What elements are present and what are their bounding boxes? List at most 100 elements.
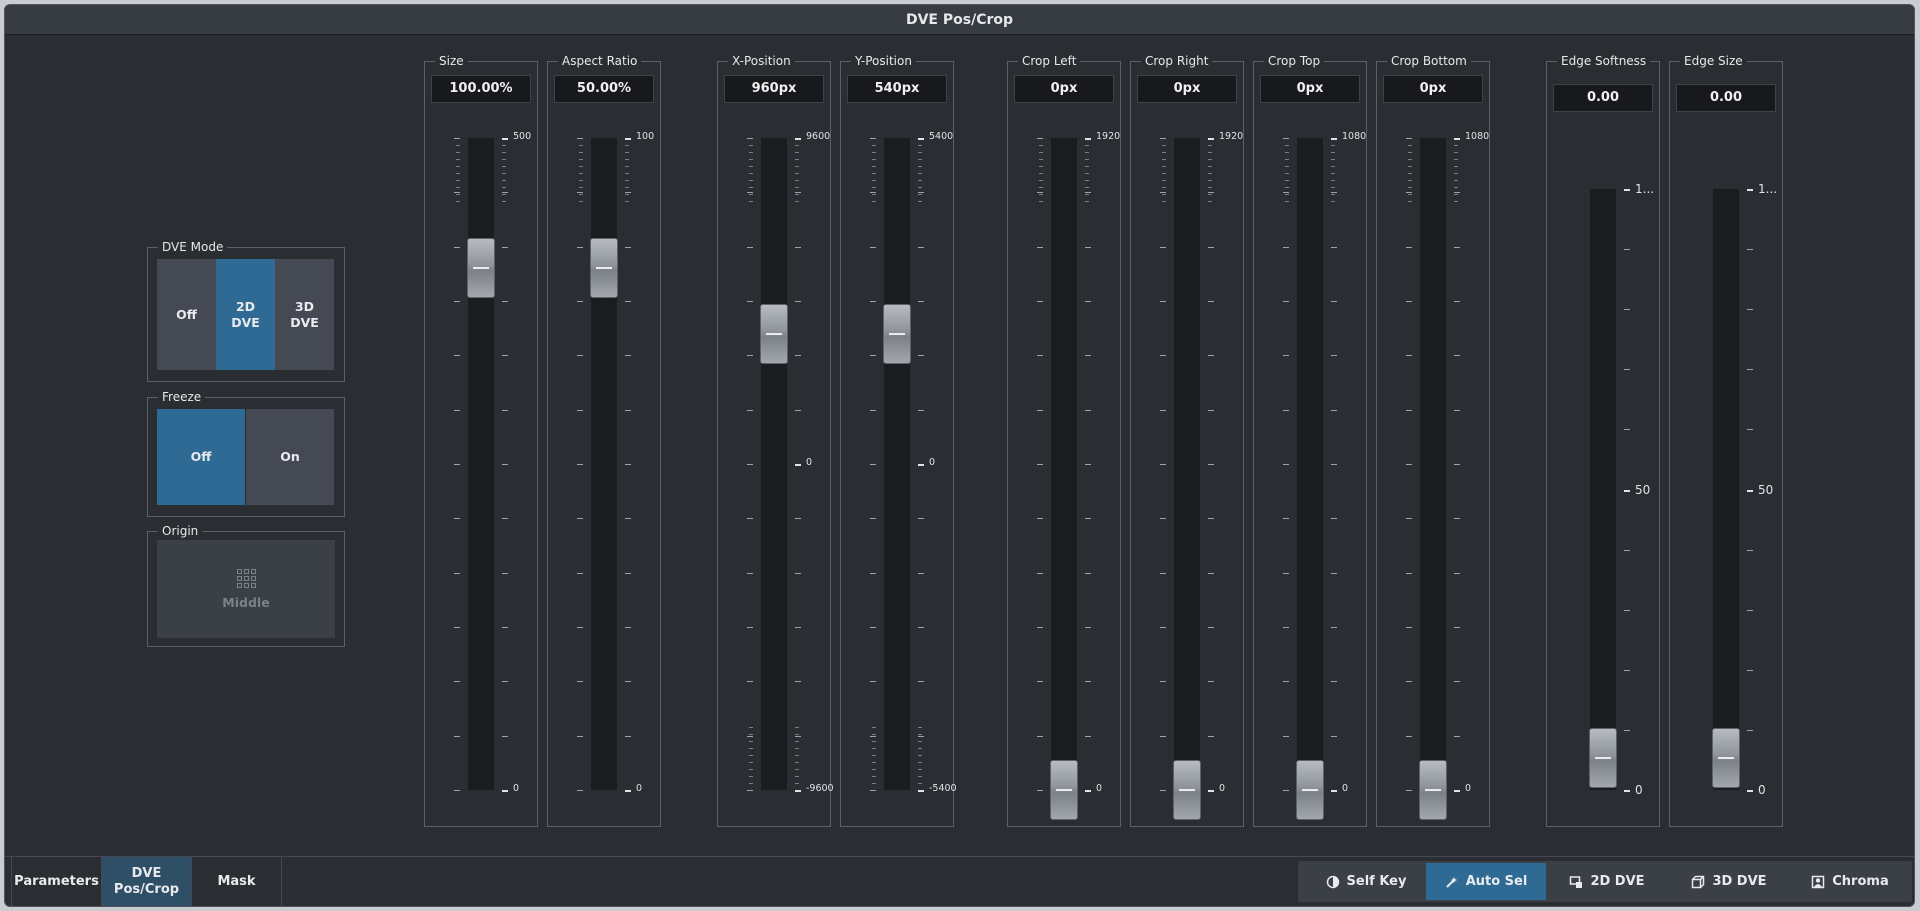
- scale-tick: [1208, 166, 1212, 167]
- self-key-button[interactable]: Self Key: [1306, 863, 1426, 900]
- crop-top-value-field[interactable]: 0px: [1260, 75, 1360, 103]
- scale-tick: [872, 776, 876, 777]
- scale-tick: [1162, 180, 1166, 181]
- edge-softness-track[interactable]: [1590, 189, 1616, 790]
- scale-tick: [1085, 194, 1089, 195]
- crop-top-fader-knob[interactable]: [1296, 760, 1324, 820]
- scale-tick: [795, 152, 799, 153]
- dve-pos-crop-window: DVE Pos/Crop DVE Mode Off 2D DVE 3D DVE …: [4, 4, 1915, 907]
- crop-left-track[interactable]: [1051, 138, 1077, 790]
- scale-tick: [1283, 790, 1289, 791]
- crop-right-fader-knob[interactable]: [1173, 760, 1201, 820]
- auto-sel-button[interactable]: Auto Sel: [1426, 863, 1546, 900]
- scale-tick: [795, 734, 799, 735]
- crop-right-value-field[interactable]: 0px: [1137, 75, 1237, 103]
- tab-dve-pos-crop[interactable]: DVE Pos/Crop: [102, 857, 192, 906]
- footer-bar: Parameters DVE Pos/Crop Mask Self Key Au…: [5, 856, 1914, 906]
- scale-tick: [625, 627, 631, 628]
- scale-tick: [1454, 409, 1460, 411]
- scale-tick: [1039, 152, 1043, 153]
- y-position-track[interactable]: [884, 138, 910, 790]
- scale-tick: [1454, 572, 1460, 574]
- crop-left-scale-min: 0: [1096, 783, 1103, 794]
- scale-tick: [1624, 189, 1630, 191]
- scale-tick: [1406, 627, 1412, 628]
- scale-tick: [1408, 145, 1412, 146]
- scale-tick: [1208, 187, 1212, 188]
- edge-size-track[interactable]: [1713, 189, 1739, 790]
- size-value-field[interactable]: 100.00%: [431, 75, 531, 103]
- scale-tick: [1331, 145, 1335, 146]
- crop-left-value-field[interactable]: 0px: [1014, 75, 1114, 103]
- scale-tick: [795, 735, 801, 737]
- scale-tick: [1085, 355, 1091, 357]
- 2d-dve-button[interactable]: 2D DVE: [1546, 863, 1668, 900]
- scale-tick: [1085, 159, 1089, 160]
- crop-bottom-fader-knob[interactable]: [1419, 760, 1447, 820]
- crop-bottom-scale-min: 0: [1465, 783, 1472, 794]
- scale-tick: [1037, 572, 1043, 574]
- scale-tick: [1208, 173, 1212, 174]
- crop-bottom-value-field[interactable]: 0px: [1383, 75, 1483, 103]
- crop-right-track[interactable]: [1174, 138, 1200, 790]
- scale-tick: [579, 159, 583, 160]
- key-mode-bar: Self Key Auto Sel 2D DVE 3D DVE Chroma: [1298, 861, 1912, 902]
- aspect-ratio-fader-knob[interactable]: [590, 238, 618, 299]
- crop-right-scale-min: 0: [1219, 783, 1226, 794]
- scale-tick: [870, 518, 876, 520]
- crop-left-fader-knob[interactable]: [1050, 760, 1078, 820]
- origin-button[interactable]: Middle: [157, 540, 335, 638]
- scale-tick: [1037, 409, 1043, 411]
- scale-tick: [1160, 138, 1166, 139]
- scale-tick: [795, 173, 799, 174]
- scale-tick: [1454, 355, 1460, 357]
- scale-tick: [1406, 464, 1412, 465]
- x-position-scale-mid: 0: [806, 457, 813, 468]
- scale-tick: [625, 173, 629, 174]
- scale-tick: [872, 152, 876, 153]
- y-position-value-field[interactable]: 540px: [847, 75, 947, 103]
- scale-tick: [1039, 145, 1043, 146]
- scale-tick: [747, 355, 753, 357]
- edge-softness-value-field[interactable]: 0.00: [1553, 84, 1653, 112]
- size-fader-knob[interactable]: [467, 238, 495, 299]
- scale-tick: [749, 783, 753, 784]
- scale-tick: [1283, 409, 1289, 411]
- aspect-ratio-track[interactable]: [591, 138, 617, 790]
- y-position-fader-knob[interactable]: [883, 303, 911, 364]
- edge-size-fader-knob[interactable]: [1712, 728, 1740, 788]
- scale-tick: [749, 166, 753, 167]
- scale-tick: [918, 783, 922, 784]
- edge-softness-fader-knob[interactable]: [1589, 728, 1617, 788]
- dve-mode-2d-button[interactable]: 2D DVE: [216, 259, 275, 370]
- aspect-ratio-value-field[interactable]: 50.00%: [554, 75, 654, 103]
- crop-top-track[interactable]: [1297, 138, 1323, 790]
- scale-tick: [749, 727, 753, 728]
- crop-bottom-track[interactable]: [1420, 138, 1446, 790]
- dve-mode-off-button[interactable]: Off: [157, 259, 216, 370]
- freeze-off-button[interactable]: Off: [157, 409, 245, 505]
- tab-mask[interactable]: Mask: [192, 857, 282, 906]
- scale-tick: [502, 572, 508, 574]
- x-position-track[interactable]: [761, 138, 787, 790]
- x-position-value-field[interactable]: 960px: [724, 75, 824, 103]
- scale-tick: [1408, 187, 1412, 188]
- 2d-dve-icon: [1570, 875, 1583, 888]
- scale-tick: [1406, 409, 1412, 411]
- tab-parameters[interactable]: Parameters: [12, 857, 102, 906]
- self-key-label: Self Key: [1346, 874, 1407, 889]
- scale-tick: [795, 355, 801, 357]
- freeze-on-button[interactable]: On: [246, 409, 334, 505]
- dve-mode-3d-button[interactable]: 3D DVE: [275, 259, 334, 370]
- scale-tick: [872, 166, 876, 167]
- x-position-fader-knob[interactable]: [760, 303, 788, 364]
- scale-tick: [1160, 627, 1166, 628]
- chroma-button[interactable]: Chroma: [1790, 863, 1910, 900]
- edge-size-value-field[interactable]: 0.00: [1676, 84, 1776, 112]
- size-track[interactable]: [468, 138, 494, 790]
- 3d-dve-button[interactable]: 3D DVE: [1668, 863, 1790, 900]
- scale-tick: [577, 138, 583, 139]
- scale-tick: [1624, 249, 1630, 251]
- scale-tick: [625, 152, 629, 153]
- scale-tick: [872, 783, 876, 784]
